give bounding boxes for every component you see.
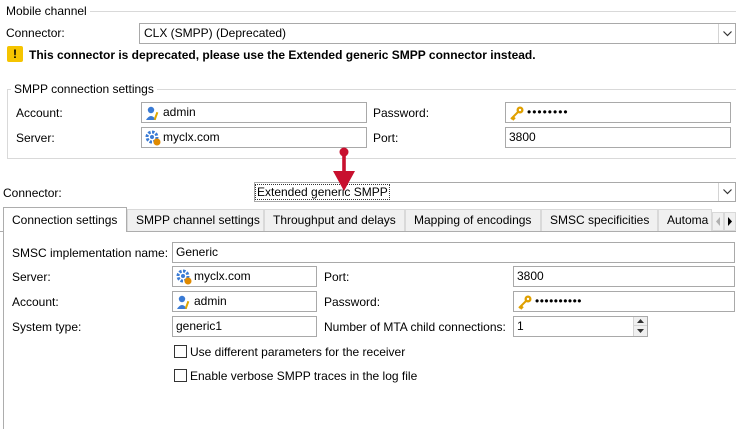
conn-password-label: Password: <box>324 295 381 309</box>
user-icon <box>176 294 192 310</box>
system-type-label: System type: <box>12 320 82 334</box>
conn-port-field[interactable]: 3800 <box>513 266 735 287</box>
tab-connection-settings[interactable]: Connection settings <box>3 207 127 232</box>
connector-label: Connector: <box>6 26 65 40</box>
server-gear-icon <box>145 130 161 146</box>
conn-account-value: admin <box>194 294 227 308</box>
smpp-password-field[interactable]: •••••••• <box>505 102 731 123</box>
system-type-value: generic1 <box>176 319 223 333</box>
receiver-params-checkbox[interactable] <box>174 345 187 358</box>
conn-account-field[interactable]: admin <box>172 291 317 312</box>
conn-port-label: Port: <box>324 270 350 284</box>
connector2-select-value: Extended generic SMPP <box>255 184 390 200</box>
key-icon <box>509 105 525 121</box>
connector2-label: Connector: <box>3 186 62 200</box>
mta-connections-label: Number of MTA child connections: <box>324 320 506 334</box>
system-type-field[interactable]: generic1 <box>172 316 317 337</box>
tab-smpp-channel-settings[interactable]: SMPP channel settings <box>127 209 264 231</box>
connector-select-deprecated[interactable]: CLX (SMPP) (Deprecated) <box>139 23 736 44</box>
warning-icon: ! <box>7 46 23 62</box>
stepper-down-button[interactable] <box>633 326 647 336</box>
mobile-channel-title: Mobile channel <box>6 4 87 18</box>
tab-throughput-and-delays[interactable]: Throughput and delays <box>264 209 405 231</box>
stepper-up-button[interactable] <box>633 317 647 326</box>
tab-automa[interactable]: Automa <box>658 209 712 231</box>
tab-mapping-of-encodings[interactable]: Mapping of encodings <box>405 209 541 231</box>
smpp-group-title: SMPP connection settings <box>11 82 157 96</box>
chevron-down-icon <box>637 329 644 333</box>
chevron-down-icon[interactable] <box>718 24 735 43</box>
smsc-implementation-label: SMSC implementation name: <box>12 246 169 260</box>
mobile-channel-divider <box>90 11 736 12</box>
mta-connections-stepper[interactable]: 1 <box>513 316 648 337</box>
conn-server-label: Server: <box>12 270 51 284</box>
smsc-implementation-field[interactable]: Generic <box>172 242 735 263</box>
tab-smsc-specificities[interactable]: SMSC specificities <box>541 209 658 231</box>
conn-server-field[interactable]: myclx.com <box>172 266 317 287</box>
connector-select-value: CLX (SMPP) (Deprecated) <box>144 26 287 40</box>
smsc-implementation-value: Generic <box>176 245 219 259</box>
conn-port-value: 3800 <box>517 269 544 283</box>
conn-password-field[interactable]: •••••••••• <box>513 291 735 312</box>
smpp-port-field[interactable]: 3800 <box>505 127 731 148</box>
tab-scroll-left-button[interactable] <box>712 212 724 231</box>
smpp-port-label: Port: <box>373 131 399 145</box>
server-gear-icon <box>176 269 192 285</box>
smpp-connection-settings-group <box>7 89 736 159</box>
mta-connections-value: 1 <box>517 319 524 333</box>
verbose-traces-label[interactable]: Enable verbose SMPP traces in the log fi… <box>190 369 417 383</box>
conn-password-value: •••••••••• <box>535 294 583 308</box>
chevron-left-icon <box>716 217 720 226</box>
smpp-account-value: admin <box>163 105 196 119</box>
tab-scroll-right-button[interactable] <box>724 212 736 231</box>
smpp-port-value: 3800 <box>509 130 536 144</box>
chevron-up-icon <box>637 319 644 323</box>
verbose-traces-checkbox[interactable] <box>174 369 187 382</box>
smpp-account-label: Account: <box>16 106 63 120</box>
chevron-down-icon[interactable] <box>718 183 735 201</box>
user-icon <box>145 105 161 121</box>
key-icon <box>517 294 533 310</box>
connector-select-extended[interactable]: Extended generic SMPP <box>254 182 736 202</box>
deprecation-warning-text: This connector is deprecated, please use… <box>29 48 536 62</box>
smpp-server-value: myclx.com <box>163 130 220 144</box>
smpp-server-label: Server: <box>16 131 55 145</box>
smpp-password-label: Password: <box>373 106 430 120</box>
smpp-account-field[interactable]: admin <box>141 102 367 123</box>
receiver-params-label[interactable]: Use different parameters for the receive… <box>190 345 405 359</box>
conn-account-label: Account: <box>12 295 59 309</box>
smpp-password-value: •••••••• <box>527 105 569 119</box>
conn-server-value: myclx.com <box>194 269 251 283</box>
annotation-arrow-icon <box>333 147 355 191</box>
chevron-right-icon <box>728 217 732 226</box>
